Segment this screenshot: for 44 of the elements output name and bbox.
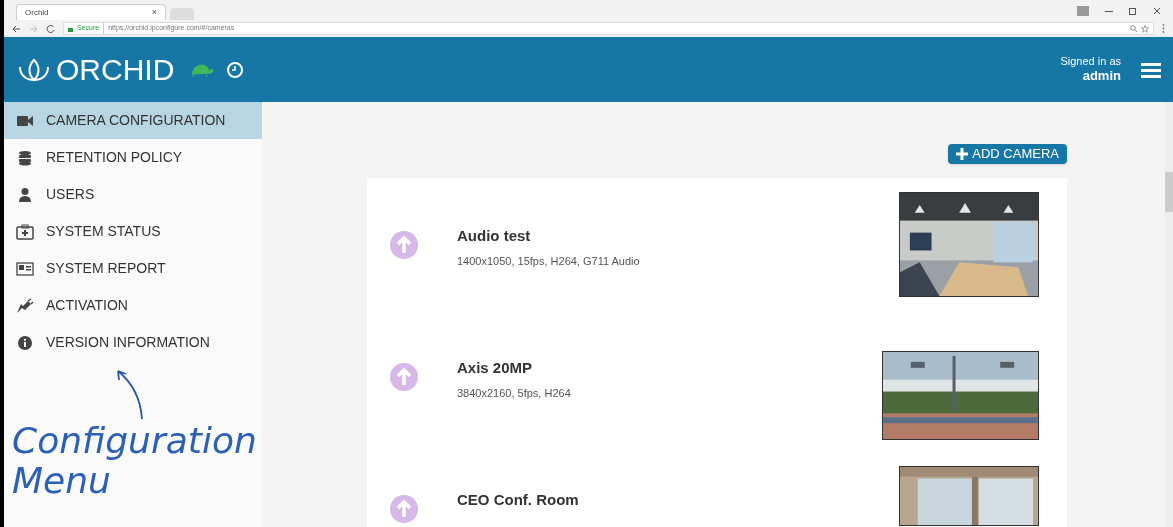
plug-icon	[16, 297, 34, 314]
clock-icon[interactable]	[226, 60, 245, 79]
scrollbar[interactable]	[1165, 102, 1173, 527]
camera-name: CEO Conf. Room	[457, 489, 580, 510]
database-icon	[16, 149, 34, 166]
camera-row[interactable]: Audio test 1400x1050, 15fps, H264, G711 Audio	[367, 191, 1067, 324]
camera-row[interactable]: Axis 20MP 3840x2160, 5fps, H264	[367, 323, 1067, 456]
turtle-icon	[190, 62, 215, 77]
user-icon	[16, 186, 34, 203]
sidebar-item[interactable]: ACTIVATION	[4, 287, 262, 324]
sidebar-item[interactable]: VERSION INFORMATION	[4, 324, 262, 361]
annotation-text: Configuration Menu	[11, 421, 258, 501]
lock-icon	[68, 25, 73, 32]
medical-kit-icon	[16, 223, 34, 240]
sidebar-item[interactable]: SYSTEM REPORT	[4, 250, 262, 287]
logo-icon	[16, 56, 52, 83]
restore-icon[interactable]	[1129, 7, 1137, 15]
camera-name: Audio test	[457, 225, 532, 246]
username: admin	[1082, 68, 1121, 85]
sidebar-item[interactable]: USERS	[4, 176, 262, 213]
tab-title: Orchid	[25, 6, 50, 19]
reload-icon[interactable]	[46, 24, 55, 33]
close-icon[interactable]	[1153, 7, 1161, 15]
camera-row[interactable]: CEO Conf. Room	[367, 455, 1067, 527]
camera-details: 3840x2160, 5fps, H264	[457, 386, 572, 401]
star-icon[interactable]	[1141, 24, 1149, 33]
sidebar-item[interactable]: RETENTION POLICY	[4, 139, 262, 176]
signed-in-label: Signed in as	[1060, 54, 1121, 69]
add-camera-button[interactable]: ADD CAMERA	[948, 144, 1067, 164]
sidebar-item[interactable]: CAMERA CONFIGURATION	[4, 102, 262, 139]
plus-icon	[956, 147, 969, 160]
browser-tab[interactable]: Orchid ×	[16, 4, 166, 20]
annotation-arrow	[114, 369, 146, 421]
zoom-icon[interactable]	[1130, 25, 1137, 32]
camera-details: 1400x1050, 15fps, H264, G711 Audio	[457, 254, 641, 269]
menu-icon[interactable]	[1141, 61, 1161, 78]
sidebar-item[interactable]: SYSTEM STATUS	[4, 213, 262, 250]
id-card-icon	[16, 260, 34, 277]
tab-close-button[interactable]: ×	[151, 5, 157, 20]
camera-name: Axis 20MP	[457, 357, 534, 378]
app-logo-text: ORCHID	[56, 54, 175, 85]
kebab-menu-icon[interactable]	[1162, 24, 1165, 33]
info-icon	[16, 334, 34, 351]
back-arrow-icon[interactable]	[12, 24, 21, 33]
